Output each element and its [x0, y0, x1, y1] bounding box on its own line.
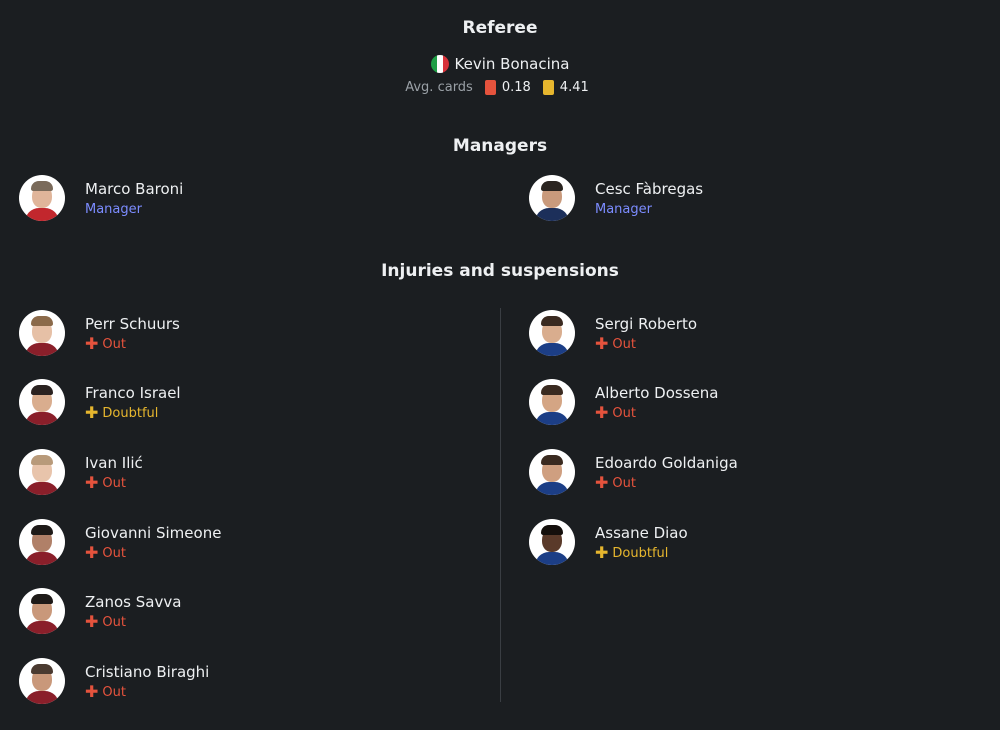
manager-role: Manager [595, 201, 652, 217]
injury-cross-icon: ✚ [85, 682, 99, 701]
injury-cross-icon: ✚ [85, 473, 99, 492]
referee-row: Kevin Bonacina [0, 55, 1000, 73]
yellow-card-icon [542, 80, 554, 95]
red-card-icon [484, 80, 496, 95]
player-name: Franco Israel [85, 383, 181, 402]
referee-title: Referee [462, 18, 538, 38]
referee-avg-cards: Avg. cards 0.18 4.41 [0, 80, 1000, 95]
player-avatar [529, 449, 575, 495]
injury-cross-icon: ✚ [595, 543, 609, 562]
manager-avatar [19, 175, 65, 221]
manager-name: Marco Baroni [85, 179, 184, 198]
player-name: Sergi Roberto [595, 314, 698, 333]
player-name: Cristiano Biraghi [85, 662, 210, 681]
injury-row[interactable]: Sergi Roberto ✚ Out [529, 308, 697, 358]
player-avatar [529, 379, 575, 425]
injury-row[interactable]: Alberto Dossena ✚ Out [529, 377, 718, 427]
player-name: Zanos Savva [85, 592, 182, 611]
player-avatar [19, 379, 65, 425]
player-avatar [19, 588, 65, 634]
player-name: Ivan Ilić [85, 453, 143, 472]
injury-row[interactable]: Perr Schuurs ✚ Out [19, 308, 180, 358]
injury-cross-icon: ✚ [595, 473, 609, 492]
injury-row[interactable]: Cristiano Biraghi ✚ Out [19, 656, 209, 706]
column-divider [500, 308, 501, 702]
injury-cross-icon: ✚ [595, 334, 609, 353]
injury-status: Out [102, 475, 126, 491]
player-avatar [19, 449, 65, 495]
italy-flag-icon [430, 55, 449, 73]
injury-row[interactable]: Edoardo Goldaniga ✚ Out [529, 447, 738, 497]
injury-status: Out [612, 336, 636, 352]
player-name: Assane Diao [595, 523, 688, 542]
injury-row[interactable]: Ivan Ilić ✚ Out [19, 447, 143, 497]
player-name: Alberto Dossena [595, 383, 719, 402]
injury-cross-icon: ✚ [85, 334, 99, 353]
player-name: Perr Schuurs [85, 314, 180, 333]
injury-cross-icon: ✚ [85, 612, 99, 631]
player-avatar [19, 658, 65, 704]
player-avatar [19, 310, 65, 356]
injury-status: Doubtful [102, 405, 159, 421]
player-name: Giovanni Simeone [85, 523, 222, 542]
player-avatar [529, 519, 575, 565]
injury-row[interactable]: Zanos Savva ✚ Out [19, 586, 181, 636]
avg-cards-label: Avg. cards [405, 80, 473, 95]
managers-title: Managers [452, 136, 548, 156]
injury-row[interactable]: Franco Israel ✚ Doubtful [19, 377, 181, 427]
injury-status: Out [102, 614, 126, 630]
manager-role: Manager [85, 201, 142, 217]
injury-cross-icon: ✚ [85, 543, 99, 562]
injury-status: Out [102, 336, 126, 352]
yellow-card-avg: 4.41 [559, 80, 589, 95]
injury-row[interactable]: Giovanni Simeone ✚ Out [19, 517, 221, 567]
manager-away[interactable]: Cesc Fàbregas Manager [529, 173, 703, 223]
injury-status: Doubtful [612, 545, 669, 561]
player-name: Edoardo Goldaniga [595, 453, 738, 472]
injury-cross-icon: ✚ [595, 403, 609, 422]
injury-status: Out [612, 405, 636, 421]
injury-status: Out [612, 475, 636, 491]
injuries-title: Injuries and suspensions [381, 261, 619, 281]
player-avatar [19, 519, 65, 565]
player-avatar [529, 310, 575, 356]
injury-status: Out [102, 684, 126, 700]
manager-name: Cesc Fàbregas [595, 179, 704, 198]
injury-cross-icon: ✚ [85, 403, 99, 422]
red-card-avg: 0.18 [501, 80, 531, 95]
injury-status: Out [102, 545, 126, 561]
manager-avatar [529, 175, 575, 221]
injury-row[interactable]: Assane Diao ✚ Doubtful [529, 517, 688, 567]
manager-home[interactable]: Marco Baroni Manager [19, 173, 183, 223]
referee-name[interactable]: Kevin Bonacina [455, 55, 570, 73]
